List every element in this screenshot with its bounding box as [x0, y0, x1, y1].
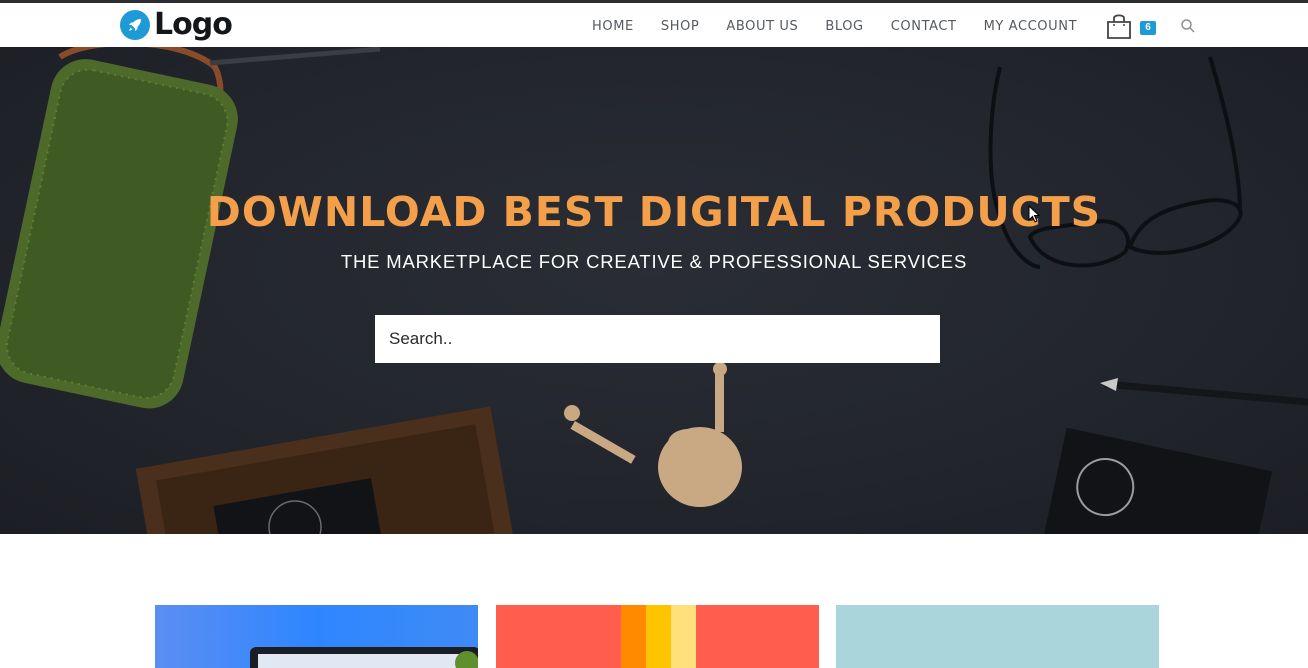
- hero-subtitle: THE MARKETPLACE FOR CREATIVE & PROFESSIO…: [340, 251, 968, 272]
- hero-search-input[interactable]: [375, 315, 940, 363]
- hero-title: DOWNLOAD BEST DIGITAL PRODUCTS: [206, 188, 1102, 236]
- mouse-cursor-icon: [1028, 205, 1040, 223]
- search-icon[interactable]: [1180, 18, 1196, 34]
- product-card-1[interactable]: [155, 605, 478, 668]
- nav-about-us[interactable]: ABOUT US: [726, 19, 798, 34]
- rocket-icon: [120, 10, 150, 40]
- nav-shop[interactable]: SHOP: [661, 19, 700, 34]
- logo-text: Logo: [154, 7, 233, 42]
- site-header: Logo HOME SHOP ABOUT US BLOG CONTACT MY …: [0, 0, 1308, 47]
- nav-home[interactable]: HOME: [592, 19, 634, 34]
- nav-my-account[interactable]: MY ACCOUNT: [984, 19, 1078, 34]
- product-card-2[interactable]: [496, 605, 819, 668]
- nav-blog[interactable]: BLOG: [825, 19, 863, 34]
- hero-banner: DOWNLOAD BEST DIGITAL PRODUCTS THE MARKE…: [0, 47, 1308, 534]
- main-nav: HOME SHOP ABOUT US BLOG CONTACT MY ACCOU…: [578, 6, 1090, 46]
- cart-count-badge: 6: [1140, 21, 1156, 35]
- laptop-image: [250, 647, 478, 668]
- hero-background-image: [0, 47, 1308, 534]
- shopping-bag-icon: [1107, 14, 1131, 39]
- product-card-3[interactable]: [836, 605, 1159, 668]
- color-stripes-image: [621, 605, 696, 668]
- cart-button[interactable]: 6: [1104, 11, 1156, 41]
- nav-contact[interactable]: CONTACT: [891, 19, 957, 34]
- logo[interactable]: Logo: [120, 7, 233, 42]
